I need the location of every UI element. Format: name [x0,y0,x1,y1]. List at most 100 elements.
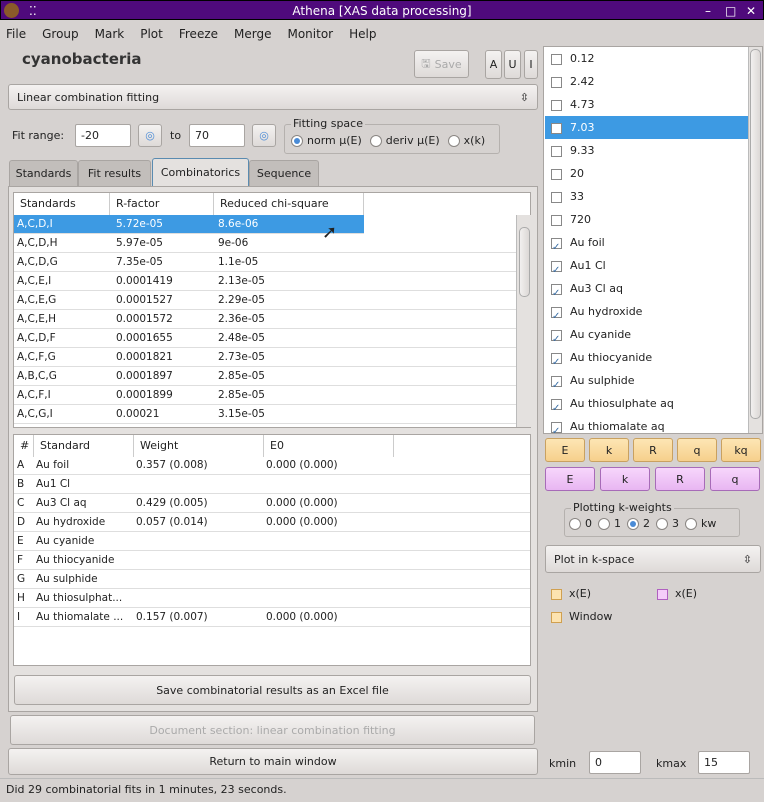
fitting-space-option[interactable]: x(k) [442,134,485,147]
checkbox[interactable] [551,145,562,157]
plot-single-k-button[interactable]: k [589,438,629,462]
tab-combinatorics[interactable]: Combinatorics [152,158,249,186]
radio-button[interactable] [369,135,382,147]
kweight-option[interactable]: 0 [563,517,592,530]
kmin-input[interactable]: 0 [589,751,641,774]
window-option[interactable]: Window [551,610,612,623]
col-e0[interactable]: E0 [264,435,394,457]
save-button[interactable]: 🖫 Save [414,50,469,78]
group-list-item[interactable]: 720 [545,208,749,231]
table-row[interactable]: A,C,E,I 0.0001419 2.13e-05 [14,272,516,291]
plot-marked-E-button[interactable]: E [545,467,595,491]
group-list-item[interactable]: 7.03 [545,116,749,139]
col-index[interactable]: # [14,435,34,457]
radio-button[interactable] [627,518,639,530]
table-row[interactable]: E Au cyanide [14,532,530,551]
table-row[interactable]: A,C,D,H 5.97e-05 9e-06 [14,234,516,253]
plot-space-select[interactable]: Plot in k-space ⇳ [545,545,761,573]
table-row[interactable]: H Au thiosulphat... [14,589,530,608]
table-row[interactable]: A,B,C,G 0.0001897 2.85e-05 [14,367,516,386]
analysis-select[interactable]: Linear combination fitting ⇳ [8,84,538,110]
table-row[interactable]: A,C,D,F 0.0001655 2.48e-05 [14,329,516,348]
combo-scrollbar[interactable] [516,215,531,427]
table-row[interactable]: G Au sulphide [14,570,530,589]
save-excel-button[interactable]: Save combinatorial results as an Excel f… [14,675,531,705]
kweight-option[interactable]: 1 [592,517,621,530]
kweight-option[interactable]: kw [679,517,716,530]
plot-single-q-button[interactable]: q [677,438,717,462]
marked-xe-option[interactable]: x(E) [657,587,697,600]
table-row[interactable]: A,C,F,G 0.0001821 2.73e-05 [14,348,516,367]
plot-single-R-button[interactable]: R [633,438,673,462]
single-xe-option[interactable]: x(E) [551,587,591,600]
checkbox[interactable] [551,122,562,134]
group-list-item[interactable]: Au thiomalate aq [545,415,749,443]
checkbox[interactable] [551,420,562,443]
checkbox[interactable] [551,214,562,226]
a-button[interactable]: A [485,50,502,79]
kweight-option[interactable]: 2 [621,517,650,530]
checkbox[interactable] [551,99,562,111]
checkbox[interactable] [551,168,562,180]
checkbox[interactable] [551,76,562,88]
col-r-factor[interactable]: R-factor [110,193,214,215]
group-list-item[interactable]: 20 [545,162,749,185]
table-row[interactable]: B Au1 Cl [14,475,530,494]
group-list-item[interactable]: Au sulphide [545,369,749,397]
group-list-item[interactable]: Au hydroxide [545,300,749,328]
radio-button[interactable] [685,518,697,530]
kweight-option[interactable]: 3 [650,517,679,530]
col-chi-square[interactable]: Reduced chi-square [214,193,364,215]
scroll-thumb[interactable] [519,227,530,297]
i-button[interactable]: I [524,50,538,79]
fitting-space-option[interactable]: deriv μ(E) [364,134,440,147]
fit-range-to[interactable]: 70 [189,124,245,147]
checkbox[interactable] [551,351,562,374]
group-list-item[interactable]: 33 [545,185,749,208]
fit-range-from[interactable]: -20 [75,124,131,147]
group-list-item[interactable]: Au foil [545,231,749,259]
maximize-icon[interactable]: □ [725,1,736,21]
checkbox[interactable] [551,328,562,351]
scroll-thumb[interactable] [750,49,761,419]
table-row[interactable]: F Au thiocyanide [14,551,530,570]
tab-standards[interactable]: Standards [9,160,78,186]
checkbox[interactable] [551,191,562,203]
plot-single-kq-button[interactable]: kq [721,438,761,462]
table-row[interactable]: A,C,D,G 7.35e-05 1.1e-05 [14,253,516,272]
group-list-item[interactable]: 0.12 [545,47,749,70]
radio-button[interactable] [656,518,668,530]
menu-help[interactable]: Help [349,27,376,41]
menu-mark[interactable]: Mark [95,27,125,41]
radio-button[interactable] [447,135,460,147]
group-list-item[interactable]: 9.33 [545,139,749,162]
group-list-item[interactable]: Au3 Cl aq [545,277,749,305]
group-list-item[interactable]: 2.42 [545,70,749,93]
pick-from-button[interactable]: ◎ [138,124,162,147]
group-list-scrollbar[interactable] [748,47,762,433]
group-list-item[interactable]: 4.73 [545,93,749,116]
tab-fit-results[interactable]: Fit results [78,160,151,186]
kmax-input[interactable]: 15 [698,751,750,774]
close-icon[interactable]: ✕ [746,1,756,21]
plot-single-E-button[interactable]: E [545,438,585,462]
group-list-item[interactable]: Au thiocyanide [545,346,749,374]
checkbox[interactable] [551,397,562,420]
plot-marked-k-button[interactable]: k [600,467,650,491]
radio-button[interactable] [598,518,610,530]
group-list-item[interactable]: Au1 Cl [545,254,749,282]
col-weight[interactable]: Weight [134,435,264,457]
table-row[interactable]: A,C,F,I 0.0001899 2.85e-05 [14,386,516,405]
minimize-icon[interactable]: – [705,1,711,21]
menu-file[interactable]: File [6,27,26,41]
menu-plot[interactable]: Plot [140,27,163,41]
document-button[interactable]: Document section: linear combination fit… [10,715,535,745]
menu-freeze[interactable]: Freeze [179,27,218,41]
pick-to-button[interactable]: ◎ [252,124,276,147]
checkbox[interactable] [551,236,562,259]
checkbox[interactable] [551,259,562,282]
group-list-item[interactable]: Au cyanide [545,323,749,351]
checkbox[interactable] [551,53,562,65]
menu-group[interactable]: Group [42,27,79,41]
window-menu-icon[interactable]: ⁚⁚ [29,1,37,21]
